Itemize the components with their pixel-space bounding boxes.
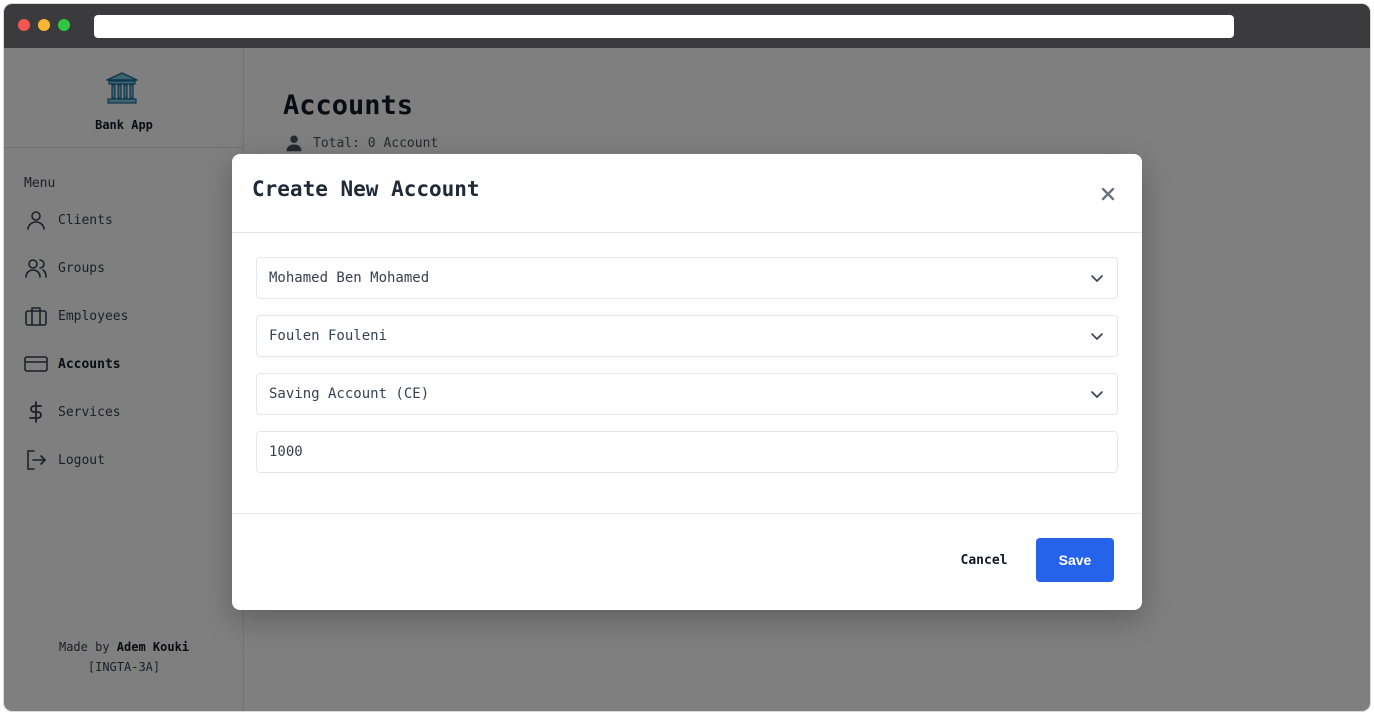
save-button[interactable]: Save <box>1036 538 1114 582</box>
account-type-select-value: Saving Account (CE) <box>269 386 430 402</box>
close-window-button[interactable] <box>18 19 30 31</box>
create-account-modal: Create New Account Mohamed Ben Mohamed F… <box>232 154 1142 610</box>
client-select[interactable]: Mohamed Ben Mohamed <box>256 257 1118 299</box>
browser-window: Bank App Menu Clients Groups Employees <box>4 4 1370 711</box>
modal-title: Create New Account <box>252 177 480 201</box>
chevron-down-icon <box>1091 333 1103 340</box>
modal-footer-divider <box>232 513 1142 514</box>
close-icon <box>1101 187 1115 201</box>
client-select-value: Mohamed Ben Mohamed <box>269 270 430 286</box>
account-type-select[interactable]: Saving Account (CE) <box>256 373 1118 415</box>
browser-chrome <box>4 4 1370 48</box>
chevron-down-icon <box>1091 275 1103 282</box>
close-button[interactable] <box>1098 184 1118 204</box>
address-bar[interactable] <box>94 15 1234 38</box>
employee-select[interactable]: Foulen Fouleni <box>256 315 1118 357</box>
balance-input-value: 1000 <box>269 444 303 460</box>
chevron-down-icon <box>1091 391 1103 398</box>
minimize-window-button[interactable] <box>38 19 50 31</box>
maximize-window-button[interactable] <box>58 19 70 31</box>
employee-select-value: Foulen Fouleni <box>269 328 388 344</box>
balance-input[interactable]: 1000 <box>256 431 1118 473</box>
cancel-button[interactable]: Cancel <box>948 538 1020 582</box>
modal-header: Create New Account <box>232 154 1142 233</box>
